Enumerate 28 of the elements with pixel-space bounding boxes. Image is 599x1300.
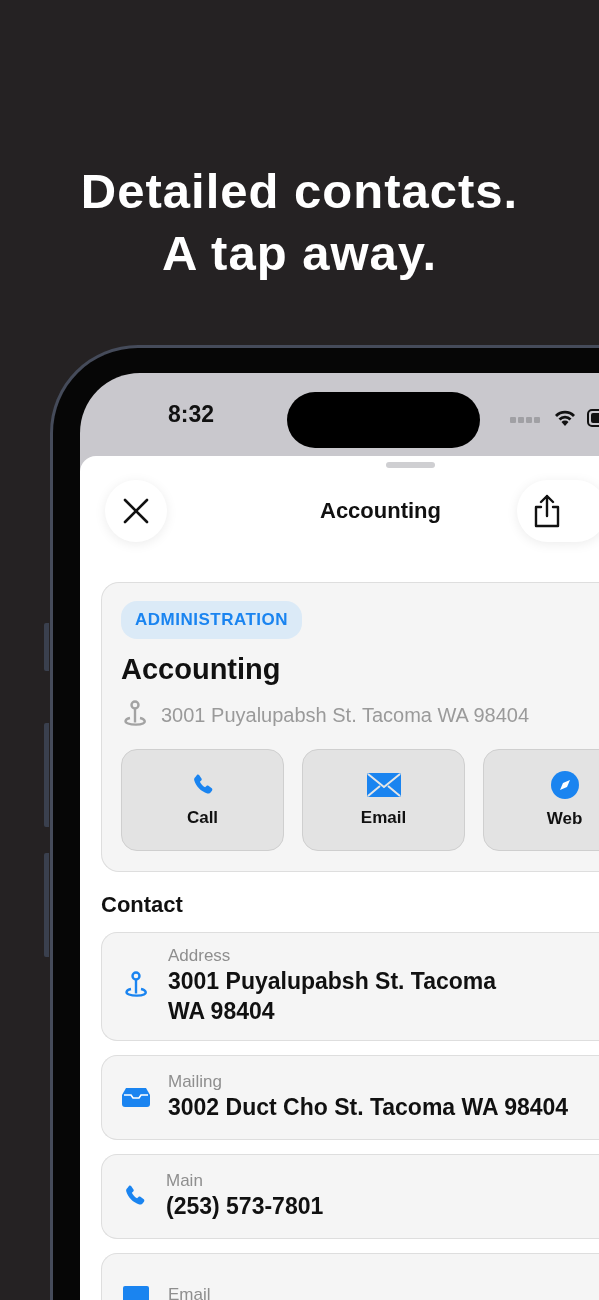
wifi-icon bbox=[553, 408, 577, 426]
contact-name: Accounting bbox=[121, 653, 282, 686]
action-button[interactable]: Web bbox=[483, 749, 599, 851]
sheet-title: Accounting bbox=[320, 498, 441, 524]
close-icon bbox=[123, 498, 149, 524]
section-title: Contact bbox=[101, 892, 184, 918]
category-tag: ADMINISTRATION bbox=[121, 601, 303, 639]
field-value: 3002 Duct Cho St. Tacoma WA 98404 bbox=[168, 1093, 569, 1122]
headline: Detailed contacts. A tap away. bbox=[79, 163, 520, 282]
contact-row[interactable]: Address 3001 Puyalupabsh St. Tacoma WA 98404 bbox=[101, 932, 599, 1041]
share-button[interactable] bbox=[517, 480, 599, 542]
field-value: 3001 Puyalupabsh St. Tacoma WA 98404 bbox=[168, 967, 497, 1026]
action-button[interactable]: Email bbox=[302, 749, 465, 851]
signal-icon bbox=[510, 417, 540, 423]
address-text: 3001 Puyalupabsh St. Tacoma WA 98404 bbox=[161, 703, 530, 727]
battery-icon bbox=[587, 409, 599, 427]
inbox-tray-icon bbox=[122, 1087, 150, 1107]
field-label: Main bbox=[166, 1171, 204, 1191]
compass-icon bbox=[550, 771, 579, 799]
contact-row[interactable]: Mailing 3002 Duct Cho St. Tacoma WA 98404 bbox=[101, 1055, 599, 1140]
share-icon bbox=[532, 494, 562, 528]
status-time: 8:32 bbox=[168, 401, 215, 428]
action-button[interactable]: Call bbox=[121, 749, 284, 851]
field-value: (253) 573-7801 bbox=[166, 1192, 324, 1221]
field-label: Email bbox=[168, 1285, 211, 1300]
contact-row[interactable]: Main (253) 573-7801 bbox=[101, 1154, 599, 1239]
field-label: Address bbox=[168, 946, 232, 966]
field-label: Mailing bbox=[168, 1072, 223, 1092]
